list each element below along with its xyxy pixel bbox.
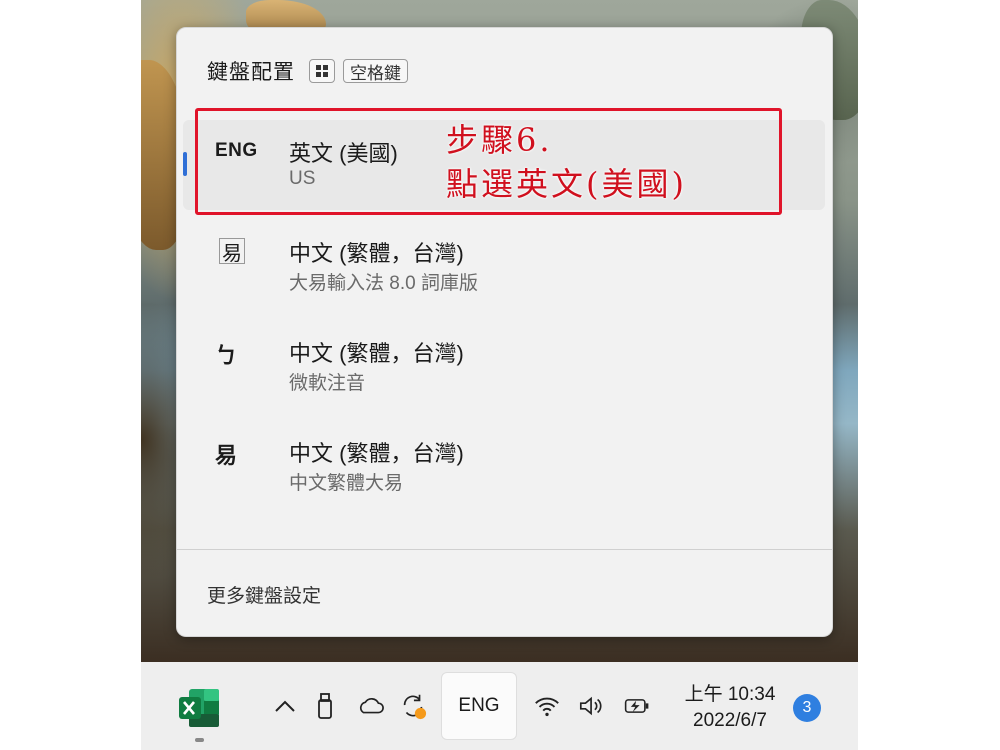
layout-name: 中文 (繁體，台灣) [289, 441, 464, 466]
notification-badge[interactable]: 3 [793, 694, 821, 722]
flyout-title: 鍵盤配置 [207, 61, 295, 84]
wifi-icon[interactable] [533, 692, 561, 720]
layout-detail: 大易輸入法 8.0 詞庫版 [289, 273, 478, 294]
clock-date: 2022/6/7 [693, 710, 767, 731]
onedrive-cloud-icon[interactable] [356, 692, 384, 720]
flyout-header: 鍵盤配置 空格鍵 [207, 58, 408, 84]
layout-name: 中文 (繁體，台灣) [289, 241, 464, 266]
more-keyboard-settings-link[interactable]: 更多鍵盤設定 [207, 581, 321, 608]
layout-icon: ㄅ [215, 343, 238, 368]
volume-icon[interactable] [578, 692, 606, 720]
flyout-divider [177, 549, 832, 550]
battery-charging-icon[interactable] [623, 692, 651, 720]
layout-item-chinese-bopomofo[interactable]: ㄅ 中文 (繁體，台灣) 微軟注音 [183, 320, 825, 410]
chevron-up-icon[interactable] [271, 692, 299, 720]
windows-key-icon [309, 59, 335, 83]
input-language-button[interactable]: ENG [441, 672, 517, 740]
annotation-text: 步驟6. 點選英文(美國) [446, 118, 687, 206]
space-key-hint: 空格鍵 [343, 59, 408, 83]
annotation-line-1: 步驟6. [446, 121, 553, 159]
layout-item-chinese-dayi-8[interactable]: 易 中文 (繁體，台灣) 大易輸入法 8.0 詞庫版 [183, 220, 825, 310]
clock-time: 上午 10:34 [684, 684, 776, 705]
excel-icon[interactable] [177, 687, 221, 729]
usb-drive-icon[interactable] [311, 692, 339, 720]
running-indicator [195, 738, 204, 742]
layout-item-chinese-dayi[interactable]: 易 中文 (繁體，台灣) 中文繁體大易 [183, 420, 825, 510]
sync-icon[interactable] [399, 692, 427, 720]
taskbar: ENG 上午 10:34 2022/6/7 3 [141, 662, 858, 750]
annotation-line-2: 點選英文(美國) [446, 165, 687, 203]
layout-name: 中文 (繁體，台灣) [289, 341, 464, 366]
layout-icon: 易 [215, 443, 238, 468]
taskbar-clock[interactable]: 上午 10:34 2022/6/7 [671, 682, 789, 734]
selection-indicator [183, 152, 187, 176]
layout-icon: 易 [219, 238, 245, 265]
layout-detail: 微軟注音 [289, 373, 366, 394]
layout-detail: 中文繁體大易 [289, 473, 404, 494]
